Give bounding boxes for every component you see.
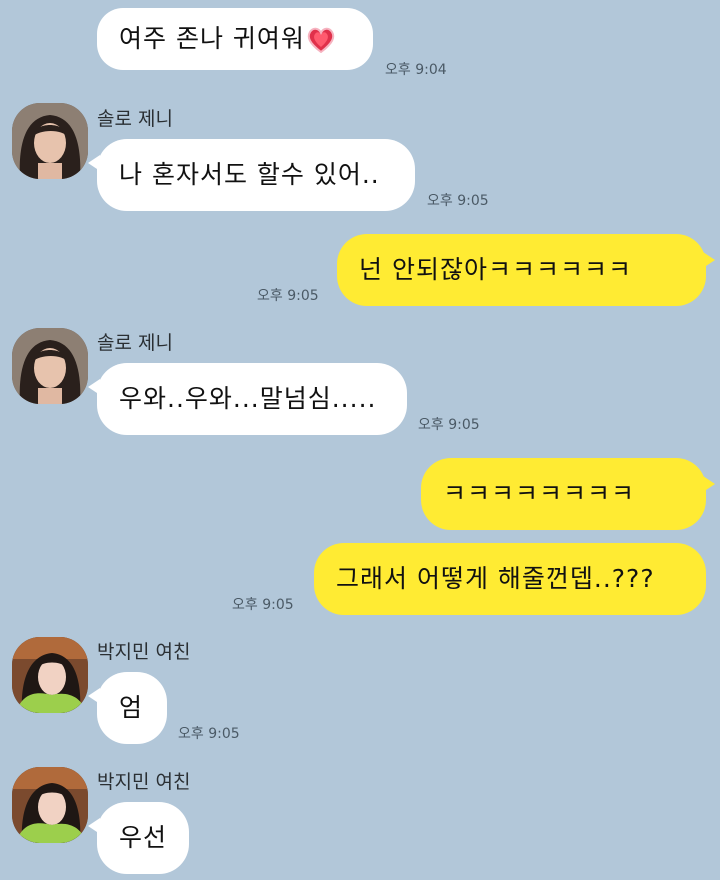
message-text: 그래서 어떻게 해줄껀뎁..??? bbox=[336, 564, 655, 593]
message-time: 오후 9:04 bbox=[385, 62, 447, 78]
message-bubble[interactable]: 여주 존나 귀여워 bbox=[97, 8, 373, 70]
message-time: 오후 9:05 bbox=[418, 417, 480, 433]
heart-emoji-icon bbox=[307, 27, 335, 53]
avatar-girlfriend[interactable] bbox=[12, 637, 88, 713]
message-text: 나 혼자서도 할수 있어.. bbox=[119, 160, 380, 189]
message-time: 오후 9:05 bbox=[427, 193, 489, 209]
sender-name: 박지민 여친 bbox=[97, 771, 191, 793]
message-text: ㅋㅋㅋㅋㅋㅋㅋㅋ bbox=[443, 479, 636, 508]
message-bubble[interactable]: 넌 안되잖아ㅋㅋㅋㅋㅋㅋ bbox=[337, 234, 715, 306]
message-time: 오후 9:05 bbox=[232, 597, 294, 613]
chat-area[interactable]: 여주 존나 귀여워 오후 9:04 솔로 제니 나 혼자서도 할수 있어.. 오… bbox=[0, 0, 720, 880]
sender-name: 박지민 여친 bbox=[97, 641, 191, 663]
message-bubble[interactable]: 우와..우와...말넘심..... bbox=[88, 363, 407, 435]
message-text: 여주 존나 귀여워 bbox=[119, 24, 305, 53]
message-text: 우와..우와...말넘심..... bbox=[119, 384, 377, 413]
message-text: 넌 안되잖아ㅋㅋㅋㅋㅋㅋ bbox=[359, 255, 632, 284]
message-bubble[interactable]: 엄 bbox=[88, 672, 167, 744]
sender-name: 솔로 제니 bbox=[97, 332, 173, 354]
message-bubble[interactable]: 나 혼자서도 할수 있어.. bbox=[88, 139, 415, 211]
avatar-jennie[interactable] bbox=[12, 328, 88, 404]
message-time: 오후 9:05 bbox=[178, 726, 240, 742]
sender-name: 솔로 제니 bbox=[97, 108, 173, 130]
avatar-girlfriend[interactable] bbox=[12, 767, 88, 843]
message-text: 엄 bbox=[119, 693, 144, 722]
message-time: 오후 9:05 bbox=[257, 288, 319, 304]
message-bubble[interactable]: ㅋㅋㅋㅋㅋㅋㅋㅋ bbox=[421, 458, 715, 530]
message-text: 우선 bbox=[119, 823, 168, 852]
message-bubble[interactable]: 우선 bbox=[88, 802, 189, 874]
avatar-jennie[interactable] bbox=[12, 103, 88, 179]
message-bubble[interactable]: 그래서 어떻게 해줄껀뎁..??? bbox=[314, 543, 706, 615]
